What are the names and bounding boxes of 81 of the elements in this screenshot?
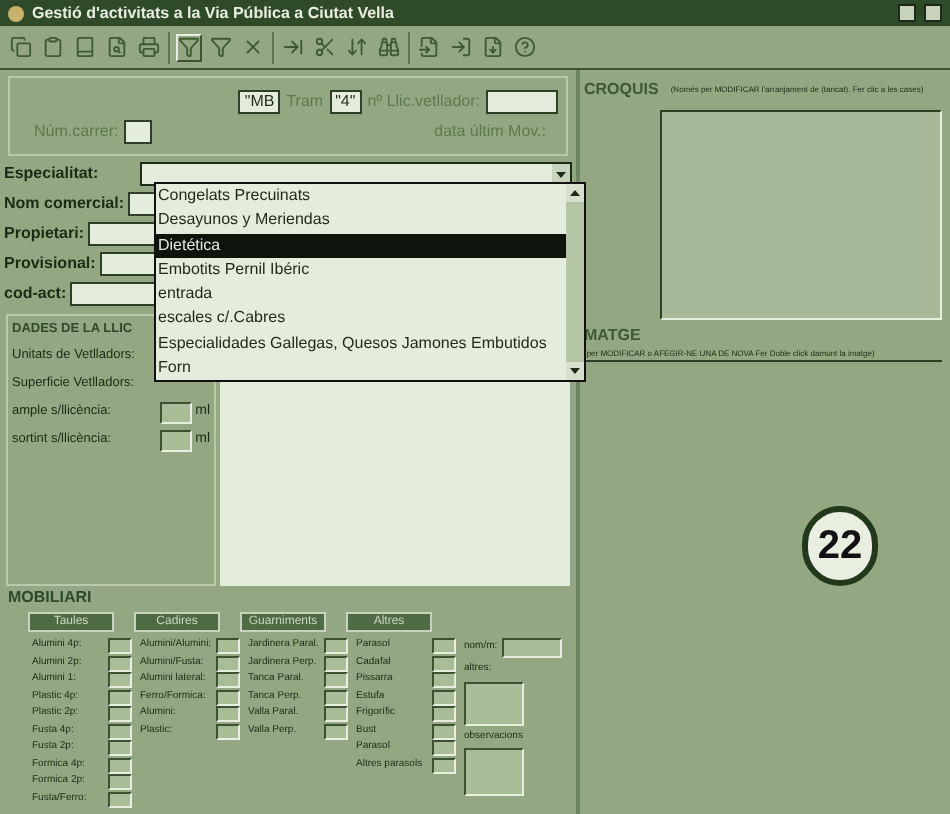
input-field[interactable] bbox=[432, 757, 456, 773]
preview-icon[interactable] bbox=[104, 33, 130, 61]
input-field[interactable] bbox=[432, 706, 456, 722]
other-field[interactable] bbox=[464, 681, 524, 725]
input-field[interactable] bbox=[324, 672, 348, 688]
notes-field[interactable] bbox=[464, 748, 524, 796]
input-field[interactable] bbox=[108, 638, 132, 654]
filter-icon[interactable] bbox=[208, 33, 234, 61]
input-field[interactable] bbox=[216, 638, 240, 654]
minimize-button[interactable] bbox=[898, 4, 916, 22]
down-arrow-icon bbox=[556, 171, 566, 177]
input-field[interactable] bbox=[501, 638, 562, 658]
print-icon[interactable] bbox=[136, 33, 162, 61]
input-field[interactable] bbox=[486, 89, 558, 113]
input-field[interactable] bbox=[159, 401, 192, 424]
input-field[interactable] bbox=[124, 119, 153, 143]
tram-field[interactable]: "4" bbox=[329, 89, 362, 113]
field-label: Propietari: bbox=[4, 222, 85, 246]
input-field[interactable] bbox=[216, 689, 240, 705]
input-field[interactable] bbox=[159, 429, 192, 452]
input-field[interactable] bbox=[108, 774, 132, 790]
down-arrow-icon bbox=[570, 368, 580, 374]
input-field[interactable] bbox=[324, 655, 348, 671]
input-field[interactable] bbox=[432, 672, 456, 688]
download-icon[interactable] bbox=[480, 33, 506, 61]
login-icon[interactable] bbox=[448, 33, 474, 61]
import-icon[interactable] bbox=[416, 33, 442, 61]
input-field[interactable] bbox=[108, 740, 132, 756]
dropdown-item[interactable]: escales c/.Cabres bbox=[156, 306, 566, 331]
field-label: Nom comercial: bbox=[4, 192, 125, 216]
input-field[interactable] bbox=[324, 689, 348, 705]
input-field[interactable] bbox=[324, 723, 348, 739]
field-label: Provisional: bbox=[4, 252, 96, 276]
input-field[interactable] bbox=[108, 689, 132, 705]
paste-icon[interactable] bbox=[40, 33, 66, 61]
dropdown-item[interactable]: Congelats Precuinats bbox=[156, 184, 566, 209]
dropdown-item[interactable]: Dietética bbox=[156, 233, 566, 258]
furniture-section-title: MOBILIARI bbox=[6, 586, 94, 610]
input-field[interactable] bbox=[108, 791, 132, 807]
scroll-up-button[interactable] bbox=[566, 184, 584, 202]
binoculars-icon[interactable] bbox=[376, 33, 402, 61]
input-field[interactable] bbox=[324, 638, 348, 654]
scissors-icon[interactable] bbox=[312, 33, 338, 61]
up-arrow-icon bbox=[570, 190, 580, 196]
street-code-field[interactable]: "MB bbox=[238, 89, 281, 113]
copy-icon[interactable] bbox=[8, 33, 34, 61]
image-title: MATGE bbox=[584, 324, 643, 348]
input-field[interactable] bbox=[108, 757, 132, 773]
restore-button[interactable] bbox=[924, 4, 942, 22]
input-field[interactable] bbox=[432, 655, 456, 671]
scroll-down-button[interactable] bbox=[566, 362, 584, 380]
input-field[interactable] bbox=[108, 672, 132, 688]
dropdown-item[interactable]: Embotits Pernil Ibéric bbox=[156, 257, 566, 282]
input-field[interactable] bbox=[216, 723, 240, 739]
input-field[interactable] bbox=[432, 638, 456, 654]
input-field[interactable] bbox=[216, 655, 240, 671]
book-icon[interactable] bbox=[72, 33, 98, 61]
help-icon[interactable] bbox=[512, 33, 538, 61]
app-icon bbox=[8, 5, 24, 21]
sort-icon[interactable] bbox=[344, 33, 370, 61]
input-field[interactable] bbox=[432, 689, 456, 705]
dropdown-item[interactable]: entrada bbox=[156, 282, 566, 307]
field-label: cod-act: bbox=[4, 282, 67, 306]
input-field[interactable] bbox=[216, 672, 240, 688]
input-field[interactable] bbox=[108, 706, 132, 722]
field-label: Especialitat: bbox=[4, 162, 99, 186]
input-field[interactable] bbox=[216, 706, 240, 722]
filter-icon[interactable] bbox=[176, 33, 202, 61]
input-field[interactable] bbox=[324, 706, 348, 722]
input-field[interactable] bbox=[108, 655, 132, 671]
input-field[interactable] bbox=[432, 723, 456, 739]
input-field[interactable] bbox=[108, 723, 132, 739]
dropdown-button[interactable] bbox=[552, 164, 570, 184]
dropdown-item[interactable]: Especialidades Gallegas, Quesos Jamones Embutidos bbox=[156, 331, 566, 356]
dropdown-item[interactable]: Desayunos y Meriendas bbox=[156, 208, 566, 233]
dropdown-item[interactable]: Forn bbox=[156, 355, 566, 380]
window-title: Gestió d'activitats a la Via Pública a Ciutat Vella bbox=[32, 5, 394, 21]
sketch-title: CROQUIS bbox=[584, 78, 659, 102]
scrollbar[interactable] bbox=[566, 184, 584, 380]
number-badge: 22 bbox=[802, 506, 878, 586]
input-field[interactable] bbox=[432, 740, 456, 756]
